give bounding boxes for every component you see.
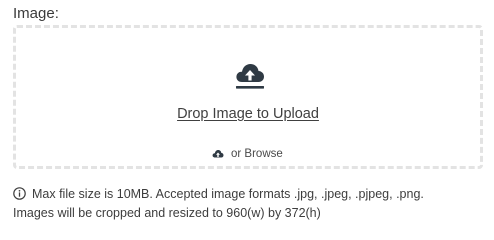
browse-text: or Browse xyxy=(231,148,283,160)
note-line-1: Max file size is 10MB. Accepted image fo… xyxy=(13,185,488,204)
image-dropzone[interactable]: Drop Image to Upload or Browse xyxy=(13,25,483,169)
info-icon xyxy=(13,187,26,200)
cloud-upload-icon xyxy=(236,64,264,89)
upload-requirements-note: Max file size is 10MB. Accepted image fo… xyxy=(13,185,488,223)
small-cloud-upload-icon xyxy=(212,149,224,157)
drop-image-link[interactable]: Drop Image to Upload xyxy=(16,105,480,123)
field-label: Image: xyxy=(13,5,59,22)
note-line-2: Images will be cropped and resized to 96… xyxy=(13,206,321,220)
note-line-1-text: Max file size is 10MB. Accepted image fo… xyxy=(32,187,424,201)
browse-link[interactable]: or Browse xyxy=(212,146,283,162)
image-upload-field: Image: Drop Image to Upload or Browse Ma… xyxy=(0,0,494,225)
